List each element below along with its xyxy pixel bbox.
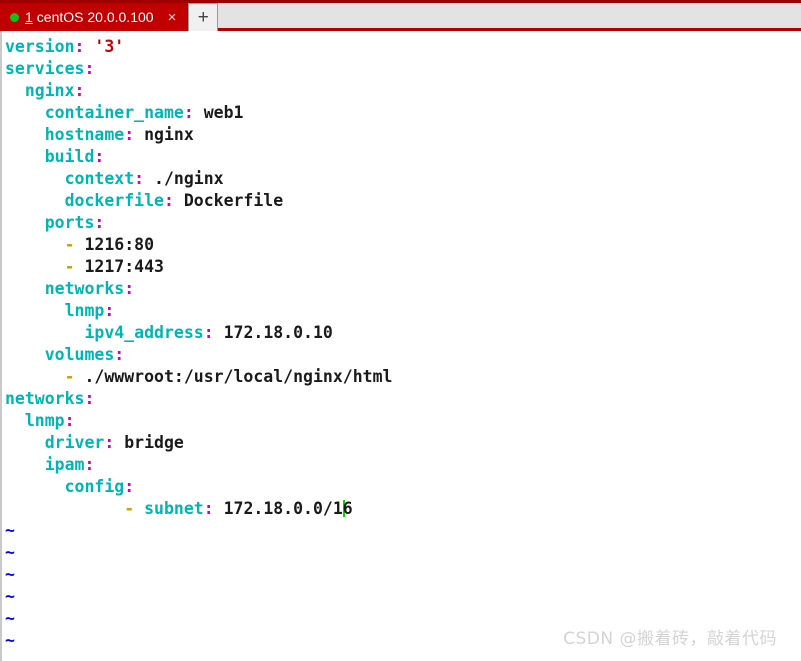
- csdn-watermark: CSDN @搬着砖，敲着代码: [563, 629, 777, 649]
- code-line: networks:: [44, 279, 135, 298]
- tab-bar: 1 centOS 20.0.0.100 × +: [0, 0, 801, 31]
- terminal-pane[interactable]: version: '3' services: nginx: container_n…: [0, 31, 801, 661]
- code-line: volumes:: [44, 345, 125, 364]
- new-tab-button[interactable]: +: [188, 3, 219, 31]
- code-line: config:: [64, 477, 135, 496]
- code-line: - subnet: 172.18.0.0/16: [124, 499, 353, 518]
- code-line: container_name: web1: [44, 103, 244, 122]
- empty-line-marker: ~: [5, 587, 15, 606]
- code-line: hostname: nginx: [44, 125, 194, 144]
- code-line: ipam:: [44, 455, 95, 474]
- empty-line-marker: ~: [5, 565, 15, 584]
- tab-title-label: centOS 20.0.0.100: [36, 9, 154, 25]
- vim-editor-buffer[interactable]: version: '3' services: nginx: container_n…: [2, 31, 801, 652]
- code-line: lnmp:: [24, 411, 75, 430]
- code-line: build:: [44, 147, 105, 166]
- close-icon[interactable]: ×: [154, 10, 189, 25]
- empty-line-marker: ~: [5, 521, 15, 540]
- code-line: context: ./nginx: [64, 169, 224, 188]
- code-line: - ./wwwroot:/usr/local/nginx/html: [64, 367, 393, 386]
- code-line: lnmp:: [64, 301, 115, 320]
- code-line: nginx:: [24, 81, 85, 100]
- terminal-tab-active[interactable]: 1 centOS 20.0.0.100 ×: [0, 3, 189, 31]
- empty-line-marker: ~: [5, 543, 15, 562]
- code-line: - 1217:443: [64, 257, 164, 276]
- code-line: driver: bridge: [44, 433, 184, 452]
- code-line: dockerfile: Dockerfile: [64, 191, 284, 210]
- code-line: ipv4_address: 172.18.0.10: [84, 323, 333, 342]
- code-line: services:: [5, 59, 95, 78]
- connection-status-dot: [10, 12, 19, 22]
- code-line: ports:: [44, 213, 105, 232]
- code-line: networks:: [5, 389, 95, 408]
- code-line: - 1216:80: [64, 235, 155, 254]
- code-line: version: '3': [5, 37, 125, 56]
- tab-index-label: 1: [25, 9, 33, 25]
